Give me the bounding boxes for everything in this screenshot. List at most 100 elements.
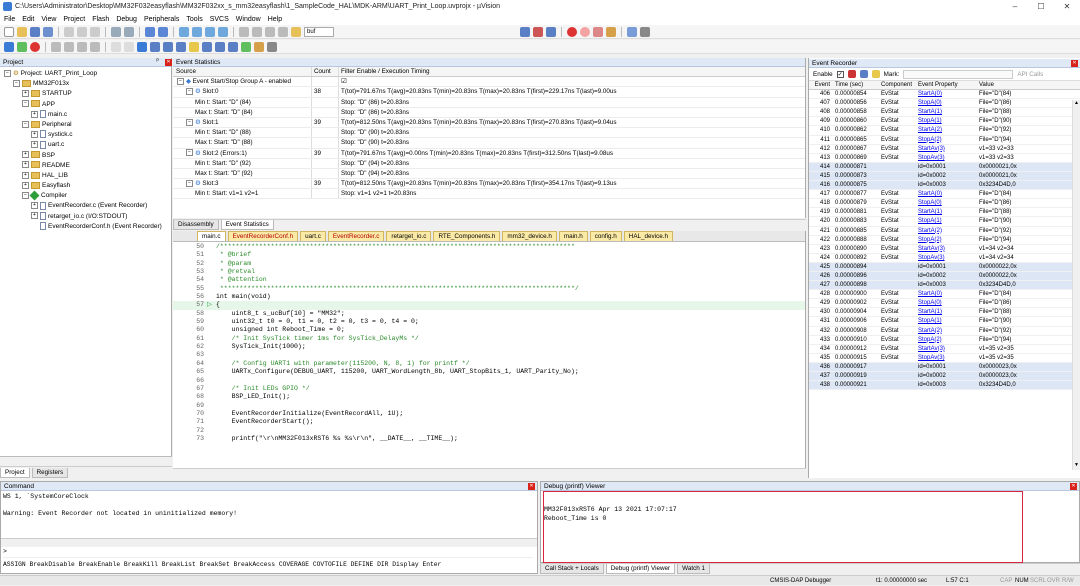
bookmark-prev-icon[interactable] [192, 26, 202, 37]
gutter[interactable] [207, 293, 216, 301]
tree-item[interactable]: + retarget_io.c (I/O:STDOUT) [4, 211, 171, 222]
tree-root[interactable]: − ⚙ Project: UART_Print_Loop [4, 69, 171, 79]
collapse-icon[interactable]: − [186, 179, 193, 187]
command-hscroll[interactable] [1, 538, 537, 547]
expand-icon[interactable]: + [22, 151, 29, 159]
stats-row[interactable]: − ⚙ Slot:3 39 T(tot)=812.50ns T(avg)=20.83n… [173, 179, 805, 190]
code-line[interactable]: 70 EventRecorderInitialize(EventRecordAl… [173, 410, 805, 418]
gutter[interactable] [207, 360, 216, 368]
run-icon[interactable] [17, 41, 27, 52]
expand-icon[interactable]: + [31, 110, 38, 118]
recorder-vscroll[interactable]: ▲ ▼ [1072, 100, 1080, 470]
code-line[interactable]: 57 ▷{ [173, 301, 805, 310]
code-line[interactable]: 67 /* Init LEDs GPIO */ [173, 385, 805, 393]
tree-item[interactable]: − Peripheral [4, 120, 171, 130]
menu-window[interactable]: Window [236, 16, 261, 23]
tree-item[interactable]: − Compiler [4, 190, 171, 201]
step-out-icon[interactable] [77, 41, 87, 52]
symbols-icon[interactable] [150, 41, 160, 52]
breakpoint-disable-icon[interactable] [580, 26, 590, 37]
nav-forward-icon[interactable] [158, 26, 168, 37]
recorder-row[interactable]: 410 0.00000862 EvStat StartA(2) File="D"(92) [809, 126, 1080, 136]
recorder-row[interactable]: 413 0.00000869 EvStat StopAv(3) v1=33 v2=33 [809, 154, 1080, 163]
step-over-icon[interactable] [64, 41, 74, 52]
debug-tab[interactable]: Debug (printf) Viewer [605, 564, 676, 574]
watch-icon[interactable] [189, 41, 199, 52]
run-to-cursor-icon[interactable] [90, 41, 100, 52]
save-icon[interactable] [30, 26, 40, 37]
code-line[interactable]: 65 UARTx_Configure(DEBUG_UART, 115200, U… [173, 368, 805, 376]
menu-edit[interactable]: Edit [22, 16, 34, 23]
gutter[interactable] [207, 368, 216, 376]
stats-row[interactable]: Min t: Start: v1=1 v2=1 Stop: v1=1 v2=1 t… [173, 189, 805, 200]
close-icon[interactable]: ✕ [165, 59, 172, 66]
code-line[interactable]: 59 uint32_t t0 = 0, t1 = 0, t2 = 0, t3 =… [173, 318, 805, 326]
recorder-row[interactable]: 407 0.00000856 EvStat StopA(0) File="D"(86) [809, 99, 1080, 109]
nav-back-icon[interactable] [145, 26, 155, 37]
find-icon[interactable] [520, 26, 530, 37]
menu-svcs[interactable]: SVCS [210, 16, 229, 23]
code-line[interactable]: 66 [173, 377, 805, 385]
gutter[interactable] [207, 418, 216, 426]
expand-icon[interactable]: + [31, 212, 38, 220]
close-icon[interactable]: ✕ [1071, 60, 1078, 67]
debug-tab[interactable]: Call Stack + Locals [540, 564, 604, 574]
stats-row[interactable]: Min t: Start: "D" (84) Stop: "D" (86) t=2… [173, 97, 805, 108]
recorder-row[interactable]: 425 0.00000894 id=0x0001 0x0000022,0x [809, 262, 1080, 272]
tree-item[interactable]: + README [4, 161, 171, 171]
code-line[interactable]: 52 * @param [173, 260, 805, 268]
code-line[interactable]: 69 [173, 402, 805, 410]
gutter[interactable] [207, 276, 216, 284]
tree-item[interactable]: + main.c [4, 110, 171, 120]
recorder-row[interactable]: 416 0.00000875 id=0x0003 0x3234D4D,0 [809, 181, 1080, 191]
tab-project[interactable]: Project [0, 467, 30, 478]
editor-tab[interactable]: HAL_device.h [623, 231, 674, 241]
stats-row[interactable]: − ⚙ Slot:2 (Errors:1) 39 T(tot)=791.67ns T(… [173, 148, 805, 159]
recorder-row[interactable]: 424 0.00000892 EvStat StopAv(3) v1=34 v2=34 [809, 254, 1080, 263]
code-line[interactable]: 68 BSP_LED_Init(); [173, 393, 805, 401]
collapse-icon[interactable]: − [22, 100, 29, 108]
recorder-row[interactable]: 438 0.00000921 id=0x0003 0x3234D4D,0 [809, 381, 1080, 391]
recorder-row[interactable]: 434 0.00000912 EvStat StartAv(3) v1=35 v2=35 [809, 345, 1080, 354]
system-viewer-icon[interactable] [254, 41, 264, 52]
recorder-row[interactable]: 414 0.00000871 id=0x0001 0x0000021,0x [809, 162, 1080, 172]
stats-row[interactable]: − ⚙ Slot:1 39 T(tot)=812.50ns T(avg)=20.83n… [173, 117, 805, 129]
recorder-row[interactable]: 423 0.00000890 EvStat StartAv(3) v1=34 v2=34 [809, 245, 1080, 254]
collapse-icon[interactable]: − [186, 118, 193, 126]
trace-icon[interactable] [241, 41, 251, 52]
enable-checkbox[interactable]: ✓ [836, 70, 844, 78]
collapse-icon[interactable]: − [22, 120, 29, 128]
debug-session-icon[interactable] [546, 26, 556, 37]
col-count[interactable]: Count [311, 67, 338, 77]
code-line[interactable]: 64 /* Config UART1 with parameter(115200… [173, 360, 805, 368]
copy-icon[interactable] [77, 26, 87, 37]
api-calls-combo[interactable]: API Calls [1017, 71, 1043, 78]
code-line[interactable]: 63 [173, 351, 805, 359]
call-stack-icon[interactable] [176, 41, 186, 52]
save-all-icon[interactable] [43, 26, 53, 37]
breakpoint-icon[interactable] [567, 26, 577, 37]
expand-icon[interactable]: + [31, 202, 38, 210]
menu-debug[interactable]: Debug [116, 16, 137, 23]
command-window-icon[interactable] [124, 41, 134, 52]
recorder-col[interactable]: Event Property [916, 81, 977, 89]
code-line[interactable]: 56 int main(void) [173, 293, 805, 301]
breakpoint-kill-icon[interactable] [593, 26, 603, 37]
gutter[interactable] [207, 310, 216, 318]
expand-icon[interactable]: + [22, 181, 29, 189]
col-source[interactable]: Source [173, 67, 311, 76]
tab-event-statistics[interactable]: Event Statistics [220, 220, 274, 230]
stats-row[interactable]: − ◆ Event Start/Stop Group A - enabled ☑ [173, 77, 805, 88]
code-line[interactable]: 60 unsigned int Reboot_Time = 0; [173, 326, 805, 334]
editor-tab[interactable]: main.h [558, 231, 588, 241]
tree-item[interactable]: + HAL_LIB [4, 171, 171, 181]
open-icon[interactable] [17, 26, 27, 37]
gutter[interactable] [207, 435, 216, 443]
recorder-col[interactable]: Component [879, 81, 916, 89]
expand-icon[interactable]: + [22, 90, 29, 98]
menu-tools[interactable]: Tools [186, 16, 202, 23]
expand-icon[interactable]: + [31, 130, 38, 138]
configure-icon[interactable] [640, 26, 650, 37]
stats-row[interactable]: − ⚙ Slot:0 38 T(tot)=791.67ns T(avg)=20.83n… [173, 87, 805, 98]
menu-project[interactable]: Project [63, 16, 85, 23]
